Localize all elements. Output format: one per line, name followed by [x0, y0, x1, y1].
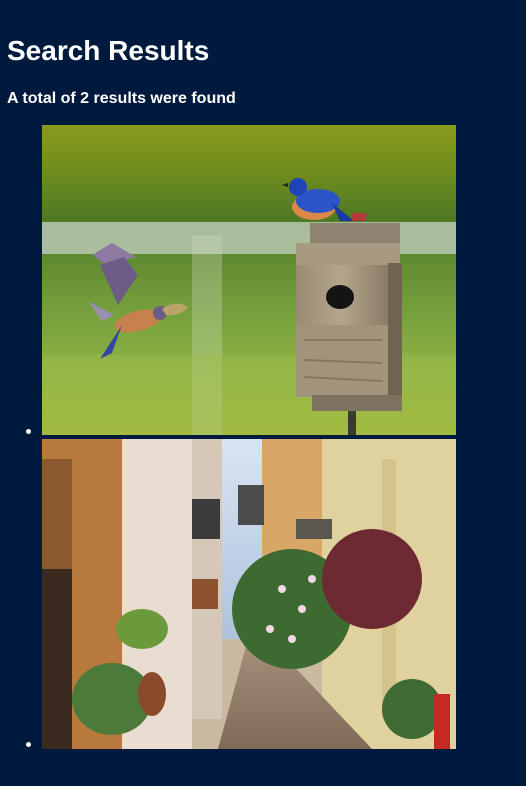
street-photo	[42, 439, 456, 749]
list-bullet-icon	[26, 742, 31, 747]
result-image-street[interactable]	[42, 439, 456, 749]
search-results-page: Search Results A total of 2 results were…	[0, 0, 526, 786]
results-count-text: A total of 2 results were found	[7, 90, 236, 107]
result-image-bluebirds[interactable]	[42, 125, 456, 435]
page-title: Search Results	[7, 35, 210, 66]
bluebirds-photo	[42, 125, 456, 435]
list-bullet-icon	[26, 429, 31, 434]
